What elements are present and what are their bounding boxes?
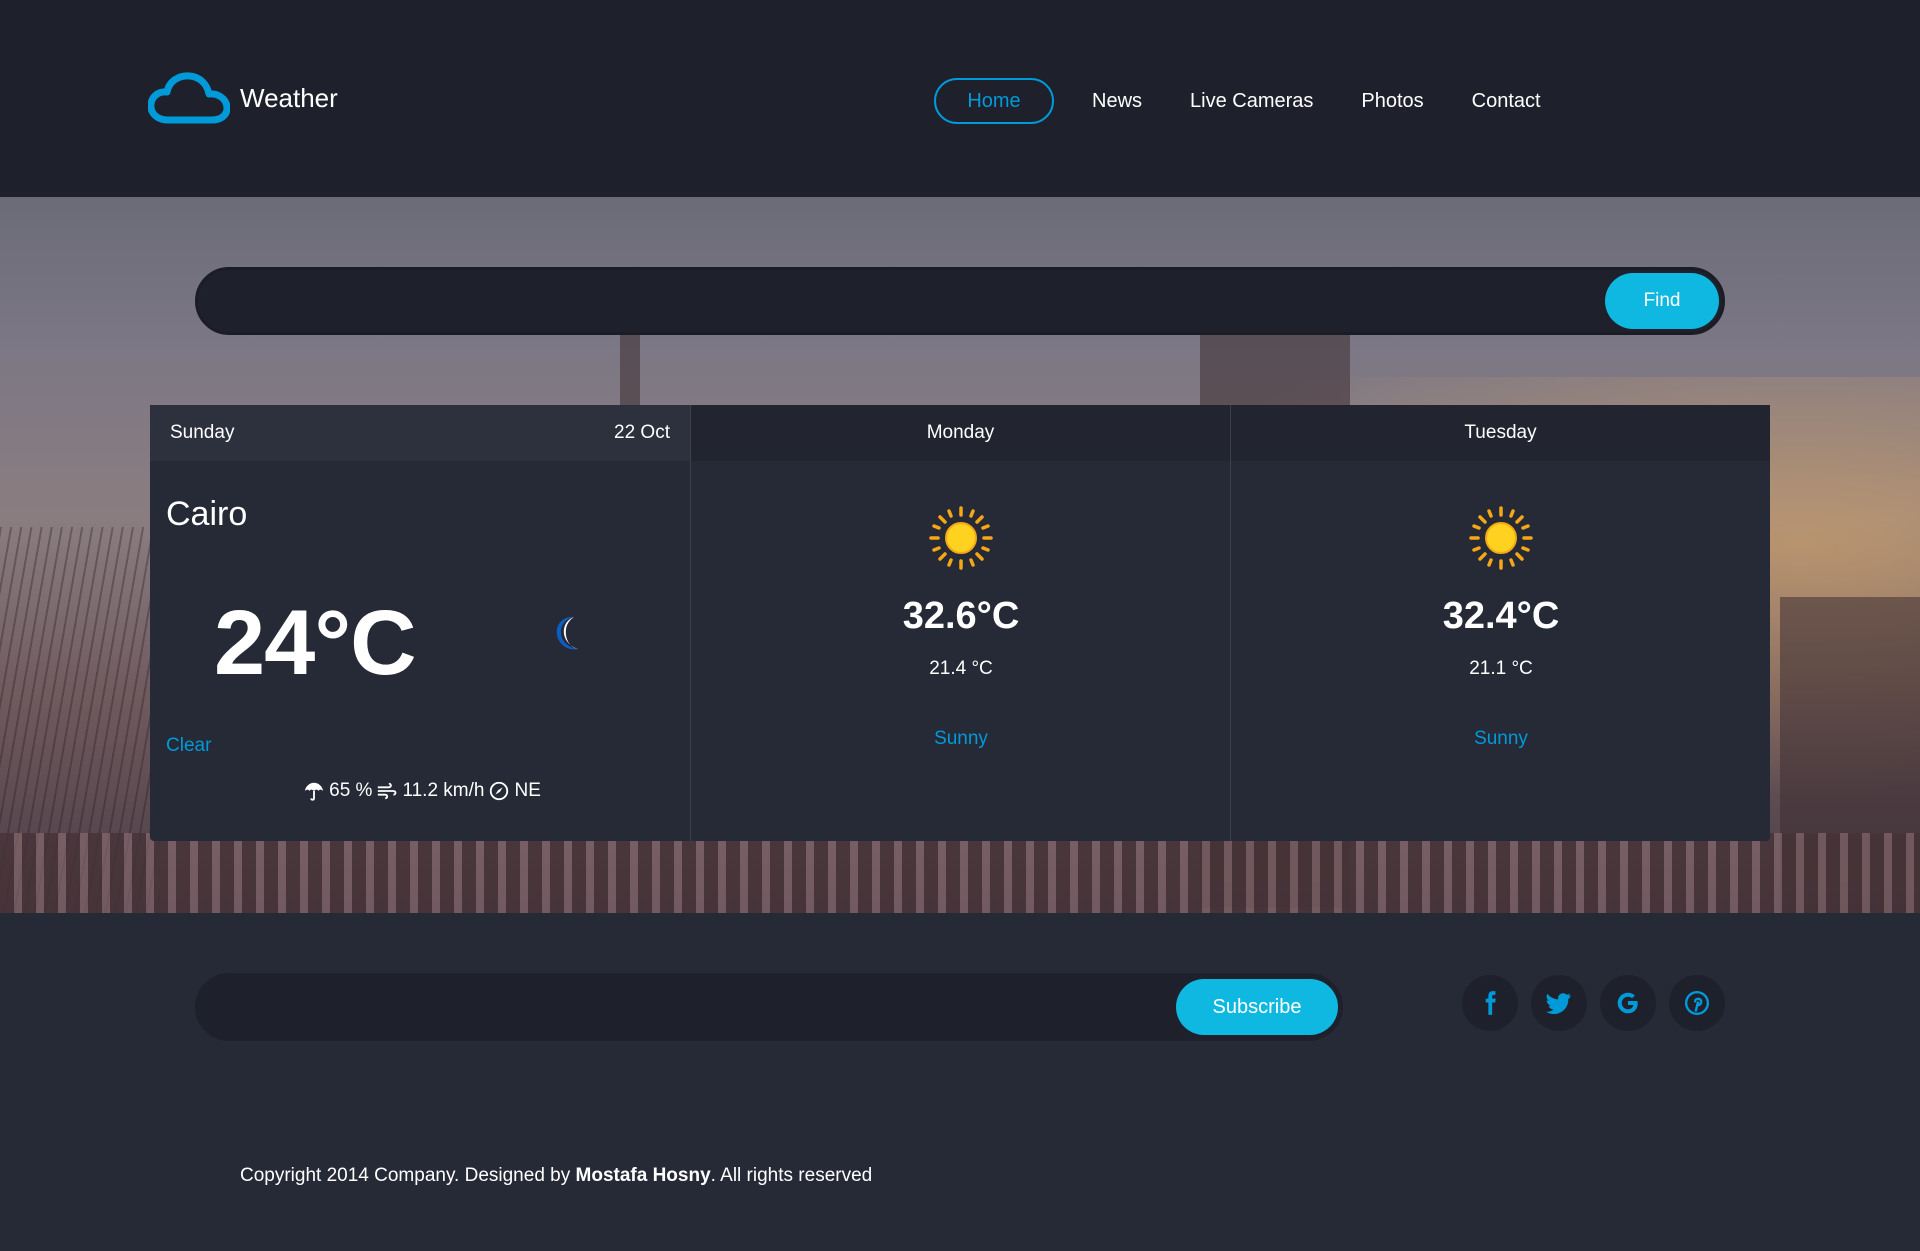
forecast-min-temp: 21.1 °C [1469, 658, 1533, 679]
cloud-logo-icon [148, 72, 230, 124]
current-temperature: 24°C [214, 592, 417, 694]
facebook-link[interactable] [1462, 975, 1518, 1031]
subscribe-form: Subscribe [195, 973, 1343, 1041]
sun-icon [1469, 506, 1533, 570]
wind-direction-value: NE [514, 780, 541, 801]
google-link[interactable] [1600, 975, 1656, 1031]
forecast-day-card: Tuesday 32.4°C 21.1 °C Sunny [1230, 405, 1770, 841]
social-links [1462, 975, 1738, 1031]
find-button[interactable]: Find [1605, 273, 1719, 329]
nav-news[interactable]: News [1092, 78, 1142, 124]
hero-section: Find Sunday 22 Oct Cairo 24°C Clear 65 % [0, 197, 1920, 913]
subscribe-button[interactable]: Subscribe [1176, 979, 1338, 1035]
current-condition: Clear [166, 735, 212, 756]
nav-photos[interactable]: Photos [1361, 78, 1423, 124]
main-nav: Home News Live Cameras Photos Contact [934, 78, 1589, 124]
twitter-icon [1546, 993, 1571, 1015]
compass-icon [490, 781, 509, 801]
facebook-icon [1485, 991, 1496, 1015]
city-skyline-decor [0, 833, 1920, 913]
weather-details: 65 % 11.2 km/h NE [150, 780, 690, 802]
copyright-text: Copyright 2014 Company. Designed by Most… [240, 1165, 872, 1187]
forecast-day-name: Monday [926, 422, 995, 443]
forecast-min-temp: 21.4 °C [929, 658, 993, 679]
forecast-container: Sunday 22 Oct Cairo 24°C Clear 65 % 11.2… [150, 405, 1770, 841]
google-icon [1617, 992, 1638, 1014]
city-name: Cairo [166, 495, 248, 533]
nav-home[interactable]: Home [934, 78, 1054, 124]
pinterest-icon [1684, 990, 1710, 1016]
nav-contact[interactable]: Contact [1472, 78, 1541, 124]
humidity-value: 65 % [329, 780, 373, 801]
forecast-today-header: Sunday 22 Oct [150, 405, 690, 461]
forecast-day-header: Tuesday [1231, 405, 1770, 461]
forecast-day-card: Monday 32.6°C 21.4 °C Sunny [690, 405, 1230, 841]
pinterest-link[interactable] [1669, 975, 1725, 1031]
copyright-prefix: Copyright 2014 Company. Designed by [240, 1165, 576, 1186]
forecast-max-temp: 32.6°C [902, 595, 1020, 637]
logo[interactable]: Weather [148, 72, 338, 124]
twitter-link[interactable] [1531, 975, 1587, 1031]
forecast-condition: Sunny [1474, 728, 1528, 749]
wind-icon [378, 782, 397, 800]
umbrella-icon [304, 782, 324, 801]
today-day: Sunday [170, 422, 235, 443]
sun-icon [929, 506, 993, 570]
subscribe-email-input[interactable] [225, 973, 1145, 1041]
forecast-today-card: Sunday 22 Oct Cairo 24°C Clear 65 % 11.2… [150, 405, 690, 841]
nav-live-cameras[interactable]: Live Cameras [1190, 78, 1313, 124]
forecast-day-header: Monday [691, 405, 1230, 461]
logo-text: Weather [240, 82, 338, 113]
today-date: 22 Oct [614, 422, 670, 443]
moon-icon [556, 616, 578, 650]
copyright-suffix: . All rights reserved [710, 1165, 873, 1186]
forecast-condition: Sunny [934, 728, 988, 749]
forecast-day-name: Tuesday [1464, 422, 1537, 443]
site-header: Weather Home News Live Cameras Photos Co… [0, 0, 1920, 197]
designer-name: Mostafa Hosny [575, 1165, 711, 1186]
wind-speed-value: 11.2 km/h [402, 780, 485, 801]
search-input[interactable] [228, 270, 1568, 332]
search-bar: Find [195, 267, 1725, 335]
forecast-max-temp: 32.4°C [1442, 595, 1560, 637]
